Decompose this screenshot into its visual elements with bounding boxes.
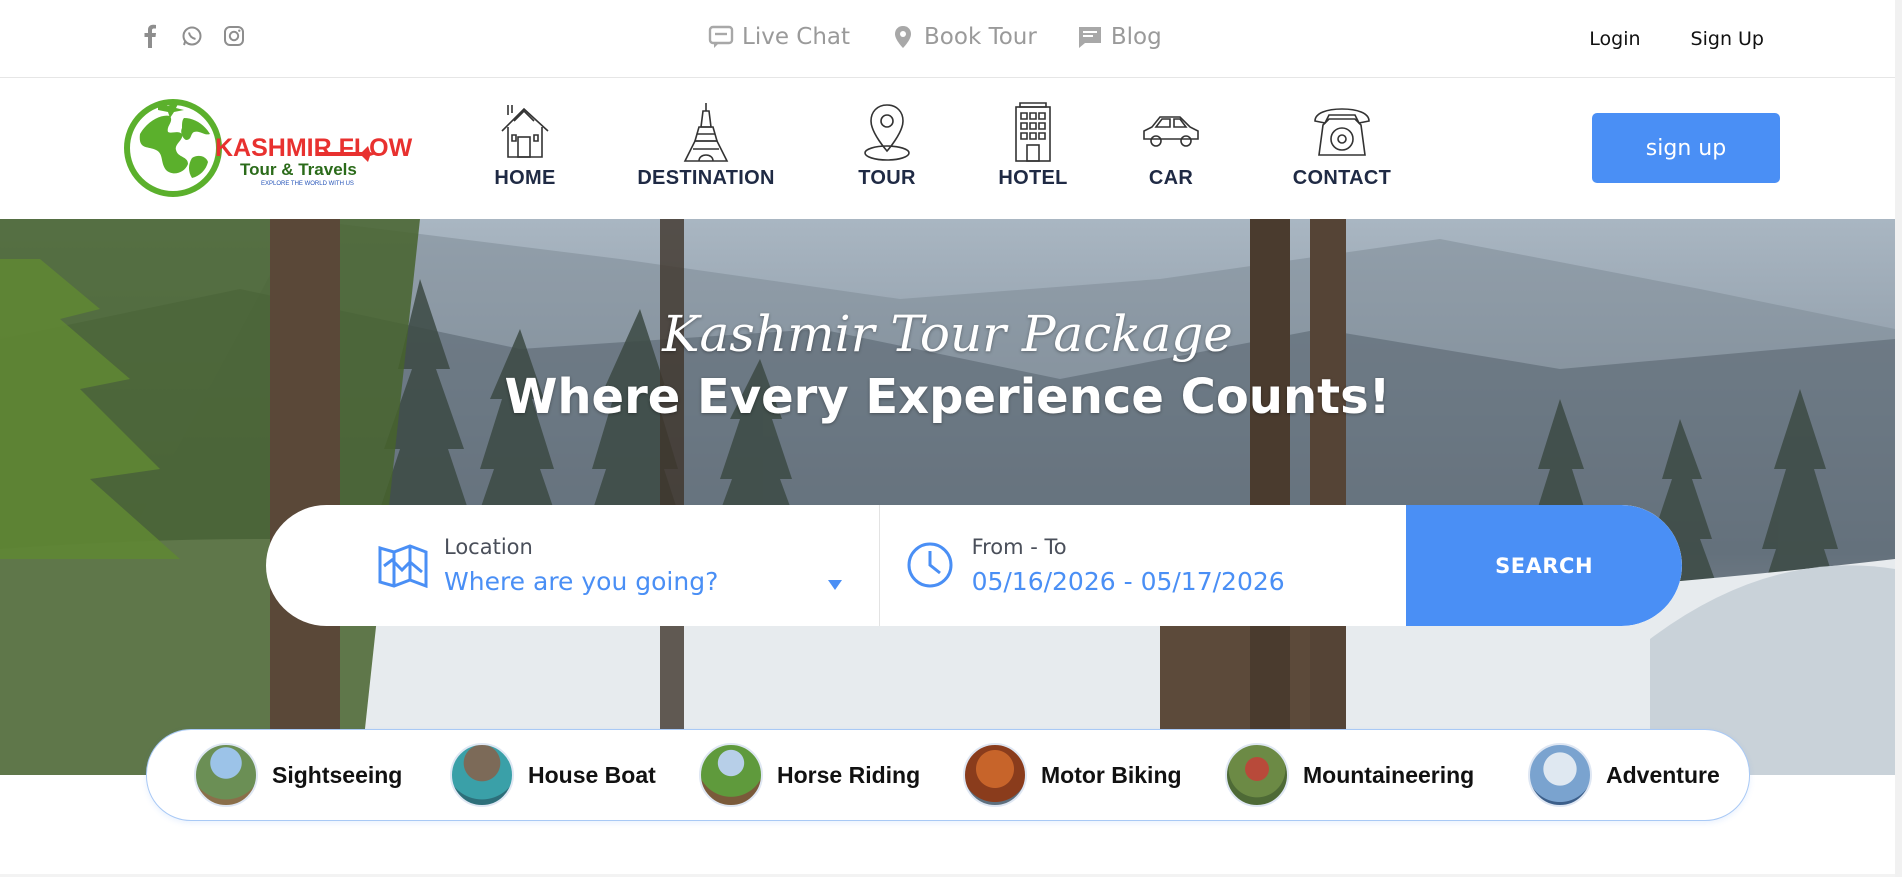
logo-tagline: EXPLORE THE WORLD WITH US bbox=[261, 181, 354, 187]
signup-button[interactable]: sign up bbox=[1592, 113, 1780, 183]
page-scrollbar[interactable] bbox=[1895, 0, 1902, 877]
date-label: From - To bbox=[971, 535, 1067, 559]
hotel-building-icon bbox=[1015, 102, 1051, 162]
search-bar: Location Where are you going? From - To … bbox=[266, 505, 1682, 626]
nav-item-contact[interactable]: CONTACT bbox=[1226, 98, 1458, 190]
nav-item-car[interactable]: CAR bbox=[1116, 98, 1226, 190]
hero-subtitle: Where Every Experience Counts! bbox=[504, 369, 1391, 425]
date-range-input[interactable]: 05/16/2026 - 05/17/2026 bbox=[972, 567, 1285, 596]
activity-mountaineering[interactable]: Mountaineering bbox=[1225, 743, 1474, 807]
clock-icon bbox=[907, 542, 953, 588]
activity-label: House Boat bbox=[528, 761, 656, 788]
hero-background-image bbox=[0, 219, 1895, 775]
location-select[interactable]: Where are you going? bbox=[444, 567, 718, 596]
motor-biking-thumbnail bbox=[963, 743, 1027, 807]
horse-riding-thumbnail bbox=[699, 743, 763, 807]
login-link[interactable]: Login bbox=[1589, 28, 1640, 50]
live-chat-link[interactable]: Live Chat bbox=[708, 24, 850, 50]
mountaineering-thumbnail bbox=[1225, 743, 1289, 807]
chevron-down-icon[interactable] bbox=[828, 580, 842, 590]
activity-sightseeing[interactable]: Sightseeing bbox=[194, 743, 402, 807]
whatsapp-icon[interactable] bbox=[180, 24, 204, 48]
nav-menu: HOME DESTINATION TOUR HOTEL CAR CONTACT bbox=[462, 98, 1458, 190]
nav-label-car: CAR bbox=[1148, 167, 1194, 189]
blog-label: Blog bbox=[1110, 24, 1162, 50]
map-pin-icon bbox=[864, 104, 910, 161]
adventure-thumbnail bbox=[1528, 743, 1592, 807]
nav-label-contact: CONTACT bbox=[1292, 167, 1392, 189]
logo-name: KASHMIR FLOW bbox=[215, 134, 413, 162]
book-tour-label: Book Tour bbox=[924, 24, 1037, 50]
activity-adventure[interactable]: Adventure bbox=[1528, 743, 1720, 807]
nav-label-home: HOME bbox=[494, 167, 556, 189]
date-range-field[interactable]: From - To 05/16/2026 - 05/17/2026 bbox=[880, 505, 1407, 626]
live-chat-label: Live Chat bbox=[742, 24, 851, 50]
activity-label: Horse Riding bbox=[777, 761, 921, 788]
nav-label-destination: DESTINATION bbox=[637, 167, 775, 189]
hero-banner: Kashmir Tour Package Where Every Experie… bbox=[0, 219, 1895, 775]
nav-item-tour[interactable]: TOUR bbox=[824, 98, 950, 190]
map-icon bbox=[378, 544, 428, 588]
activity-label: Mountaineering bbox=[1303, 761, 1475, 788]
blog-link[interactable]: Blog bbox=[1077, 24, 1162, 50]
location-label: Location bbox=[444, 535, 533, 559]
nav-label-tour: TOUR bbox=[858, 167, 916, 189]
location-pin-icon bbox=[895, 26, 912, 48]
blog-icon bbox=[1078, 27, 1101, 48]
book-tour-link[interactable]: Book Tour bbox=[890, 24, 1037, 50]
auth-links: Login Sign Up bbox=[1589, 28, 1764, 50]
social-links bbox=[138, 24, 246, 48]
activity-horse-riding[interactable]: Horse Riding bbox=[699, 743, 920, 807]
signup-link[interactable]: Sign Up bbox=[1691, 28, 1764, 50]
location-field[interactable]: Location Where are you going? bbox=[266, 505, 880, 626]
activity-label: Motor Biking bbox=[1041, 761, 1182, 788]
eiffel-tower-icon bbox=[683, 103, 729, 162]
hero-title: Kashmir Tour Package bbox=[662, 305, 1233, 363]
activity-label: Adventure bbox=[1606, 761, 1720, 788]
nav-item-destination[interactable]: DESTINATION bbox=[588, 98, 824, 190]
activities-bar: Sightseeing House Boat Horse Riding Moto… bbox=[146, 729, 1750, 821]
chat-icon bbox=[708, 25, 734, 48]
facebook-icon[interactable] bbox=[138, 24, 162, 48]
nav-item-home[interactable]: HOME bbox=[462, 98, 588, 190]
sightseeing-thumbnail bbox=[194, 743, 258, 807]
top-bar: Live Chat Book Tour Blog Login Sign Up bbox=[0, 0, 1902, 78]
logo-subtitle: Tour & Travels bbox=[240, 160, 357, 179]
search-button[interactable]: SEARCH bbox=[1406, 505, 1682, 626]
activity-house-boat[interactable]: House Boat bbox=[450, 743, 656, 807]
site-logo[interactable]: KASHMIR FLOW Tour & Travels EXPLORE THE … bbox=[118, 96, 423, 200]
top-links: Live Chat Book Tour Blog bbox=[708, 24, 1162, 50]
activity-label: Sightseeing bbox=[272, 761, 403, 788]
house-boat-thumbnail bbox=[450, 743, 514, 807]
activity-motor-biking[interactable]: Motor Biking bbox=[963, 743, 1182, 807]
globe-logo-icon: KASHMIR FLOW Tour & Travels EXPLORE THE … bbox=[124, 99, 413, 197]
nav-item-hotel[interactable]: HOTEL bbox=[950, 98, 1116, 190]
instagram-icon[interactable] bbox=[222, 24, 246, 48]
nav-label-hotel: HOTEL bbox=[998, 167, 1068, 189]
telephone-icon bbox=[1314, 108, 1370, 156]
car-icon bbox=[1143, 116, 1199, 147]
house-icon bbox=[501, 105, 549, 158]
